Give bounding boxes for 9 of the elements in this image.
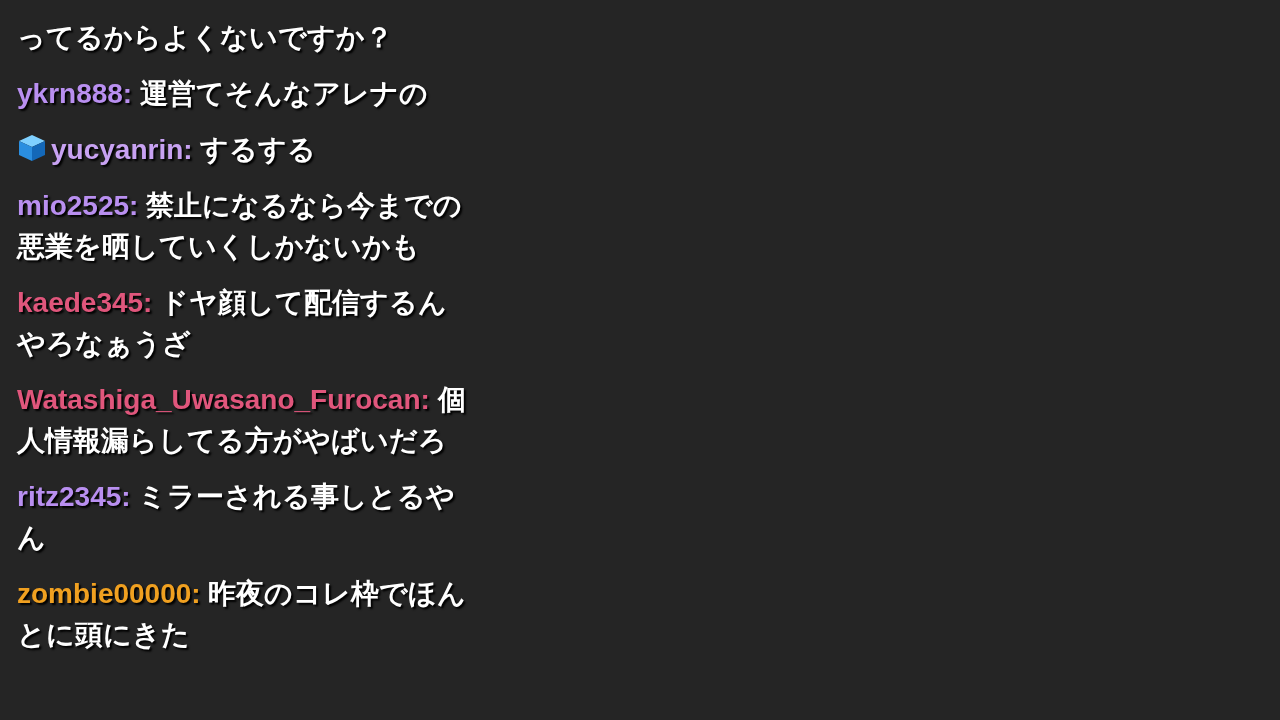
- chat-message: mio2525: 禁止になるなら今までの悪業を晒していくしかないかも: [17, 189, 464, 264]
- chat-message: kaede345: ドヤ顔して配信するんやろなぁうざ: [17, 286, 449, 361]
- cube-icon: [17, 133, 47, 163]
- chat-message: ってるからよくないですか？: [17, 21, 394, 55]
- chat-message: Watashiga_Uwasano_Furocan: 個人情報漏らしてる方がやばいだろ: [17, 383, 467, 458]
- chat-message: zombie00000: 昨夜のコレ枠でほんとに頭にきた: [17, 577, 468, 652]
- chat-message: yucyanrin: するする: [17, 129, 470, 170]
- chat-message: ykrn888: 運営てそんなアレナの: [17, 77, 429, 111]
- chat-message: ritz2345: ミラーされる事しとるやん: [17, 480, 457, 555]
